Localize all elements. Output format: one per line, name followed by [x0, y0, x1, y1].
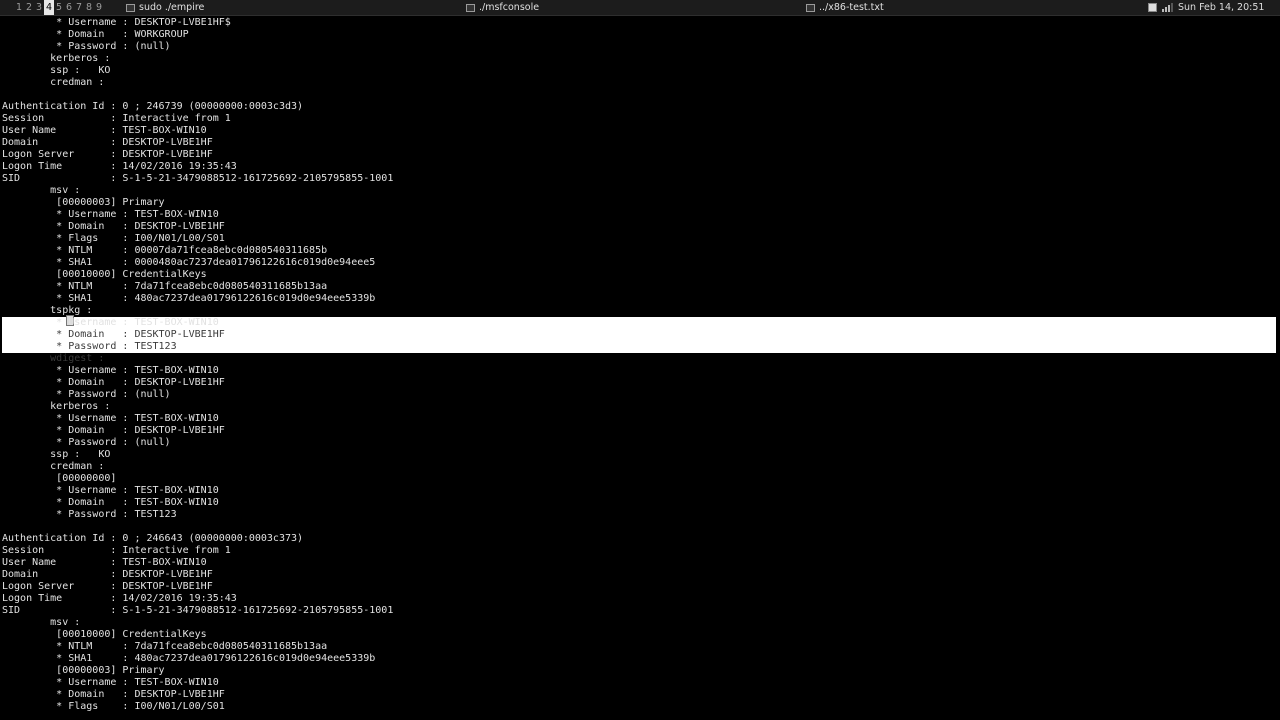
window-title: ../x86-test.txt — [819, 2, 884, 13]
workspace-5[interactable]: 5 — [54, 0, 64, 15]
terminal-window-icon — [126, 3, 135, 12]
status-bar: 1 2 3 4 5 6 7 8 9 sudo ./empire ./msfcon… — [0, 0, 1280, 16]
terminal-line: Domain : DESKTOP-LVBE1HF — [2, 569, 213, 580]
terminal-line: * Password : (null) — [2, 41, 171, 52]
terminal-line: * Username : TEST-BOX-WIN10 — [2, 677, 219, 688]
terminal-line: * Username : TEST-BOX-WIN10 — [2, 413, 219, 424]
terminal-line: * Domain : DESKTOP-LVBE1HF — [2, 689, 225, 700]
system-tray: Sun Feb 14, 20:51 — [1148, 0, 1264, 15]
terminal-line: Logon Time : 14/02/2016 19:35:43 — [2, 161, 237, 172]
terminal-window-icon — [466, 3, 475, 12]
terminal-line: Logon Server : DESKTOP-LVBE1HF — [2, 581, 213, 592]
terminal-line: * SHA1 : 480ac7237dea01796122616c019d0e9… — [2, 293, 376, 304]
terminal-line: * Username : DESKTOP-LVBE1HF$ — [2, 17, 231, 28]
terminal-line: SID : S-1-5-21-3479088512-161725692-2105… — [2, 605, 394, 616]
workspace-1[interactable]: 1 — [14, 0, 24, 15]
workspace-7[interactable]: 7 — [74, 0, 84, 15]
terminal-line: [00010000] CredentialKeys — [2, 629, 207, 640]
terminal-line: * Flags : I00/N01/L00/S01 — [2, 233, 225, 244]
terminal-line: Logon Server : DESKTOP-LVBE1HF — [2, 149, 213, 160]
workspace-2[interactable]: 2 — [24, 0, 34, 15]
terminal-line: * NTLM : 7da71fcea8ebc0d080540311685b13a… — [2, 281, 328, 292]
terminal-line: ssp : KO — [2, 449, 111, 460]
terminal-line: [00000003] Primary — [2, 197, 165, 208]
window-title: sudo ./empire — [139, 2, 205, 13]
terminal-line: * Password : (null) — [2, 437, 171, 448]
terminal-line: * Domain : WORKGROUP — [2, 29, 189, 40]
workspace-switcher: 1 2 3 4 5 6 7 8 9 — [14, 0, 104, 15]
workspace-6[interactable]: 6 — [64, 0, 74, 15]
terminal-line: User Name : TEST-BOX-WIN10 — [2, 125, 207, 136]
terminal-line: Domain : DESKTOP-LVBE1HF — [2, 137, 213, 148]
terminal-line: * Flags : I00/N01/L00/S01 — [2, 701, 225, 712]
terminal-line: * Domain : DESKTOP-LVBE1HF — [2, 329, 225, 340]
terminal-line: credman : — [2, 461, 105, 472]
terminal-line: * Username : TEST-BOX-WIN10 — [2, 485, 219, 496]
terminal-line: [00000000] — [2, 473, 117, 484]
workspace-9[interactable]: 9 — [94, 0, 104, 15]
terminal-line: * Username : TEST-BOX-WIN10 — [2, 209, 219, 220]
terminal-output[interactable]: * Username : DESKTOP-LVBE1HF$ * Domain :… — [2, 16, 1278, 716]
terminal-line: * SHA1 : 480ac7237dea01796122616c019d0e9… — [2, 653, 376, 664]
workspace-3[interactable]: 3 — [34, 0, 44, 15]
terminal-line: * NTLM : 00007da71fcea8ebc0d080540311685… — [2, 245, 328, 256]
terminal-line: * Domain : DESKTOP-LVBE1HF — [2, 425, 225, 436]
terminal-line: ssp : KO — [2, 65, 111, 76]
terminal-line: kerberos : — [2, 401, 111, 412]
terminal-line: msv : — [2, 617, 81, 628]
terminal-line: * Domain : DESKTOP-LVBE1HF — [2, 377, 225, 388]
window-tab-msfconsole[interactable]: ./msfconsole — [466, 0, 539, 15]
clock: Sun Feb 14, 20:51 — [1178, 2, 1265, 13]
terminal-line: [00010000] CredentialKeys — [2, 269, 207, 280]
workspace-4[interactable]: 4 — [44, 0, 54, 15]
terminal-line: * Password : TEST123 — [2, 509, 177, 520]
terminal-line: Logon Time : 14/02/2016 19:35:43 — [2, 593, 237, 604]
terminal-line: * Username : TEST-BOX-WIN10 — [2, 365, 219, 376]
window-tab-x86-test[interactable]: ../x86-test.txt — [806, 0, 884, 15]
terminal-line: Session : Interactive from 1 — [2, 545, 231, 556]
terminal-line: tspkg : — [2, 305, 93, 316]
terminal-line: credman : — [2, 77, 105, 88]
window-tab-empire[interactable]: sudo ./empire — [126, 0, 204, 15]
wifi-signal-icon[interactable] — [1162, 3, 1173, 12]
terminal-line: kerberos : — [2, 53, 111, 64]
terminal-line: * Password : TEST123 — [2, 341, 177, 352]
terminal-line: msv : — [2, 185, 81, 196]
terminal-line: * Domain : TEST-BOX-WIN10 — [2, 497, 219, 508]
terminal-line: wdigest : — [2, 353, 105, 364]
terminal-line: * Password : (null) — [2, 389, 171, 400]
terminal-window-icon — [806, 3, 815, 12]
terminal-line: Session : Interactive from 1 — [2, 113, 231, 124]
tray-square-icon[interactable] — [1148, 3, 1157, 12]
terminal-line: * SHA1 : 0000480ac7237dea01796122616c019… — [2, 257, 376, 268]
window-title: ./msfconsole — [479, 2, 540, 13]
workspace-8[interactable]: 8 — [84, 0, 94, 15]
terminal-line: Authentication Id : 0 ; 246739 (00000000… — [2, 101, 304, 112]
terminal-line: Authentication Id : 0 ; 246643 (00000000… — [2, 533, 304, 544]
terminal-line: [00000003] Primary — [2, 665, 165, 676]
terminal-line: * Username : TEST-BOX-WIN10 — [2, 317, 219, 328]
terminal-line: SID : S-1-5-21-3479088512-161725692-2105… — [2, 173, 394, 184]
terminal-line: * Domain : DESKTOP-LVBE1HF — [2, 221, 225, 232]
terminal-line: User Name : TEST-BOX-WIN10 — [2, 557, 207, 568]
terminal-line: * NTLM : 7da71fcea8ebc0d080540311685b13a… — [2, 641, 328, 652]
